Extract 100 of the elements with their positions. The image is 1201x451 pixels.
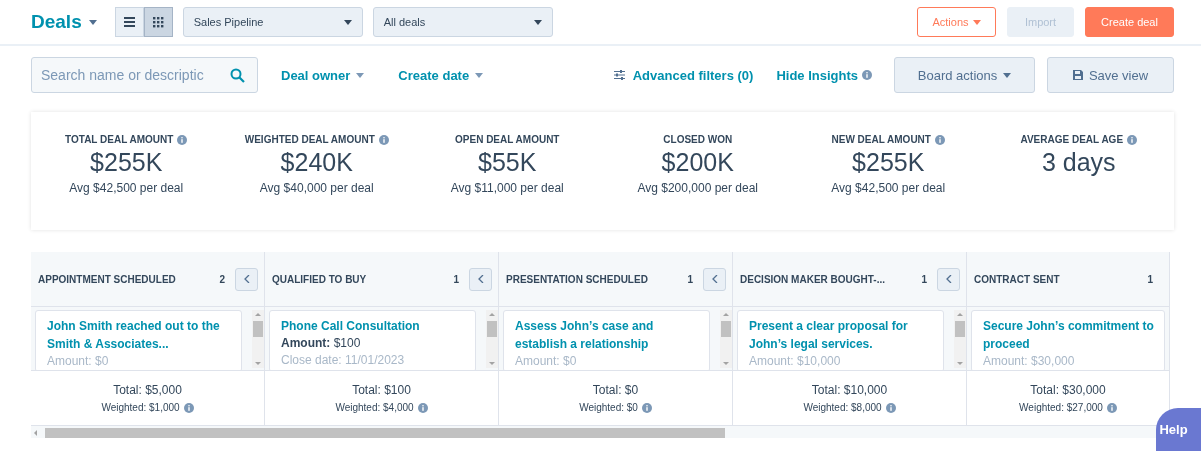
deal-detail: Amount: $0 xyxy=(47,353,110,370)
stage-weighted: Weighted: $8,000 xyxy=(803,402,882,413)
caret-icon xyxy=(356,72,365,78)
info-icon xyxy=(1106,402,1117,413)
deal-title[interactable]: John Smith reached out to the Smith & Associates... xyxy=(47,317,231,353)
info-icon xyxy=(641,402,652,413)
view-toggle[interactable] xyxy=(143,7,173,37)
deal-detail: Amount: $10,000 xyxy=(749,353,842,370)
deal-detail: Close date: 11/01/2023 xyxy=(281,352,406,369)
stage-name: DECISION MAKER BOUGHT-... xyxy=(740,273,886,285)
collapse-button[interactable] xyxy=(703,267,726,291)
metric-value: $55K xyxy=(478,148,537,177)
info-icon xyxy=(417,402,428,413)
scrollbar[interactable] xyxy=(486,310,498,368)
search-input[interactable]: Search name or descriptic xyxy=(41,67,230,83)
chevron-left-icon xyxy=(711,275,718,283)
create-deal-button[interactable]: Create deal xyxy=(1085,7,1174,37)
metric-label: AVERAGE DEAL AGE xyxy=(1020,134,1124,145)
scrollbar[interactable] xyxy=(954,310,966,368)
deal-title[interactable]: Assess John’s case and establish a relationship xyxy=(515,317,699,353)
hide-insights-link[interactable]: Hide Insights xyxy=(776,67,858,83)
grid-icon xyxy=(152,16,164,28)
deal-card[interactable]: John Smith reached out to the Smith & Associates... Amount: $0 xyxy=(35,310,242,370)
metric-subtext: Avg $40,000 per deal xyxy=(259,181,374,195)
stage-name: PRESENTATION SCHEDULED xyxy=(506,273,649,285)
info-icon xyxy=(862,70,872,80)
info-icon xyxy=(885,402,896,413)
info-icon xyxy=(177,134,188,145)
list-icon xyxy=(123,17,135,27)
info-icon xyxy=(183,402,194,413)
stage-weighted: Weighted: $0 xyxy=(579,402,638,413)
caret-icon xyxy=(343,19,352,25)
metric-label: OPEN DEAL AMOUNT xyxy=(455,134,560,145)
stage-weighted: Weighted: $1,000 xyxy=(101,402,180,413)
stage-name: CONTRACT SENT xyxy=(974,273,1061,285)
actions-button[interactable]: Actions xyxy=(917,7,996,37)
metric-value: $200K xyxy=(661,148,734,177)
scrollbar[interactable] xyxy=(252,310,264,368)
chevron-left-icon xyxy=(243,275,250,283)
deal-card[interactable]: Assess John’s case and establish a relationship Amount: $0 xyxy=(503,310,710,370)
pipeline-dropdown[interactable]: Sales Pipeline xyxy=(182,7,363,37)
help-button[interactable]: Help xyxy=(1156,408,1201,451)
stage-count: 1 xyxy=(687,273,693,285)
sliders-icon xyxy=(613,70,625,80)
metric-label: CLOSED WON xyxy=(663,134,733,145)
deal-detail: Amount: $100 xyxy=(281,335,362,352)
deal-card[interactable]: Present a clear proposal for John’s legal services. Amount: $10,000 xyxy=(737,310,944,370)
chevron-left-icon xyxy=(477,275,484,283)
stage-name: QUALIFIED TO BUY xyxy=(272,273,368,285)
deal-title[interactable]: Present a clear proposal for John’s legal services. xyxy=(749,317,933,353)
stage-total: Total: $5,000 xyxy=(113,383,182,397)
scrollbar[interactable] xyxy=(720,310,732,368)
deals-filter-dropdown[interactable]: All deals xyxy=(372,7,553,37)
page-title-dropdown[interactable]: Deals xyxy=(31,11,97,33)
deal-card[interactable]: Phone Call Consultation Amount: $100 Close date: 11/01/2023 xyxy=(269,310,476,370)
metric-label: WEIGHTED DEAL AMOUNT xyxy=(244,134,375,145)
caret-icon xyxy=(972,19,981,25)
stage-count: 1 xyxy=(921,273,927,285)
metric-subtext: Avg $200,000 per deal xyxy=(637,181,758,195)
caret-icon xyxy=(533,19,542,25)
stage-weighted: Weighted: $4,000 xyxy=(335,402,414,413)
create-date-filter[interactable]: Create date xyxy=(398,67,484,83)
deal-owner-filter[interactable]: Deal owner xyxy=(281,67,365,83)
advanced-filters-link[interactable]: Advanced filters (0) xyxy=(632,67,754,83)
metric-label: NEW DEAL AMOUNT xyxy=(831,134,931,145)
info-icon xyxy=(378,134,389,145)
deal-title[interactable]: Phone Call Consultation xyxy=(281,317,465,335)
collapse-button[interactable] xyxy=(937,267,960,291)
metric-value: $255K xyxy=(852,148,925,177)
stage-total: Total: $10,000 xyxy=(811,383,888,397)
deal-detail: Amount: $0 xyxy=(515,353,578,370)
metric-subtext: Avg $11,000 per deal xyxy=(450,181,564,195)
metric-subtext: Avg $42,500 per deal xyxy=(831,181,946,195)
metric-subtext: Avg $42,500 per deal xyxy=(69,181,184,195)
stage-total: Total: $0 xyxy=(592,383,639,397)
deal-detail: Amount: $30,000 xyxy=(983,353,1076,370)
info-icon xyxy=(934,134,945,145)
info-icon xyxy=(1127,134,1138,145)
chevron-left-icon xyxy=(945,275,952,283)
metric-label: TOTAL DEAL AMOUNT xyxy=(65,134,174,145)
stage-weighted: Weighted: $27,000 xyxy=(1019,402,1103,413)
collapse-button[interactable] xyxy=(235,267,258,291)
collapse-button[interactable] xyxy=(469,267,492,291)
caret-icon xyxy=(88,19,97,25)
stage-count: 1 xyxy=(1147,273,1153,285)
save-icon xyxy=(1072,70,1083,80)
stage-total: Total: $30,000 xyxy=(1030,383,1106,397)
deal-card[interactable]: Secure John’s commitment to proceed Amount: $30,000 xyxy=(971,310,1165,370)
board-actions-button[interactable]: Board actions xyxy=(894,57,1035,93)
view-toggle[interactable] xyxy=(114,7,144,37)
caret-icon xyxy=(475,72,484,78)
stage-count: 2 xyxy=(219,273,225,285)
deal-title[interactable]: Secure John’s commitment to proceed xyxy=(983,317,1154,353)
search-icon xyxy=(230,67,245,83)
caret-icon xyxy=(1003,72,1012,78)
search-field[interactable]: Search name or descriptic xyxy=(31,57,258,93)
save-view-button[interactable]: Save view xyxy=(1047,57,1174,93)
stage-name: APPOINTMENT SCHEDULED xyxy=(38,273,177,285)
stage-count: 1 xyxy=(453,273,459,285)
metric-value: $255K xyxy=(90,148,163,177)
